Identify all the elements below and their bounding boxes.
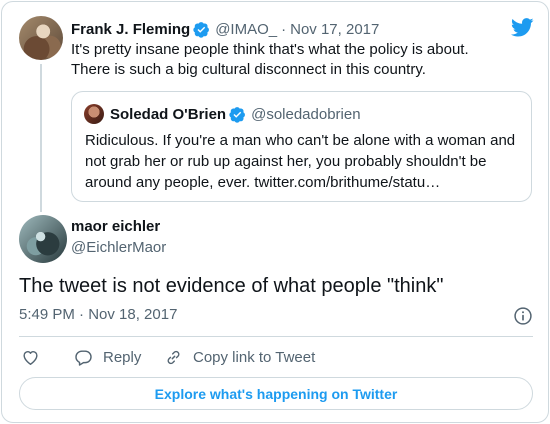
twitter-bird-icon[interactable] [511,18,534,37]
main-avatar[interactable] [19,215,67,263]
quoted-tweet[interactable]: Soledad O'Brien @soledadobrien Ridiculou… [71,91,532,202]
like-button[interactable] [21,346,40,368]
quoted-author-name: Soledad O'Brien [110,105,227,123]
parent-author-name[interactable]: Frank J. Fleming [71,21,190,38]
main-tweet-text: The tweet is not evidence of what people… [19,275,444,297]
quoted-tweet-text: Ridiculous. If you're a man who can't be… [85,132,516,191]
quoted-author-handle: @soledadobrien [251,105,361,123]
parent-avatar[interactable] [19,16,63,60]
explore-twitter-button[interactable]: Explore what's happening on Twitter [19,377,533,410]
reply-label: Reply [103,348,142,366]
copy-link-button[interactable]: Copy link to Tweet [164,346,315,368]
verified-badge-icon [229,106,246,123]
embedded-tweet-card: Frank J. Fleming @IMAO_ · Nov 17, 2017 I… [1,1,549,423]
info-icon[interactable] [513,306,533,326]
separator-dot: · [281,20,287,38]
heart-icon [23,350,38,365]
parent-tweet-text: It's pretty insane people think that's w… [71,41,469,78]
reply-button[interactable]: Reply [74,346,141,368]
parent-tweet-date[interactable]: Nov 17, 2017 [290,21,379,38]
parent-author-handle[interactable]: @IMAO_ [215,21,277,38]
speech-bubble-icon [75,349,92,366]
divider [19,336,533,337]
copy-link-label: Copy link to Tweet [193,348,316,366]
quoted-tweet-header: Soledad O'Brien @soledadobrien [110,104,361,124]
verified-badge-icon [193,21,210,38]
quoted-avatar [84,104,104,124]
main-tweet-timestamp[interactable]: 5:49 PM · Nov 18, 2017 [19,306,177,323]
main-author-name[interactable]: maor eichler [71,218,160,235]
main-author-handle[interactable]: @EichlerMaor [71,239,166,256]
parent-tweet-header: Frank J. Fleming @IMAO_ · Nov 17, 2017 [71,19,379,39]
thread-connector-line [40,64,42,212]
link-icon [167,350,180,364]
